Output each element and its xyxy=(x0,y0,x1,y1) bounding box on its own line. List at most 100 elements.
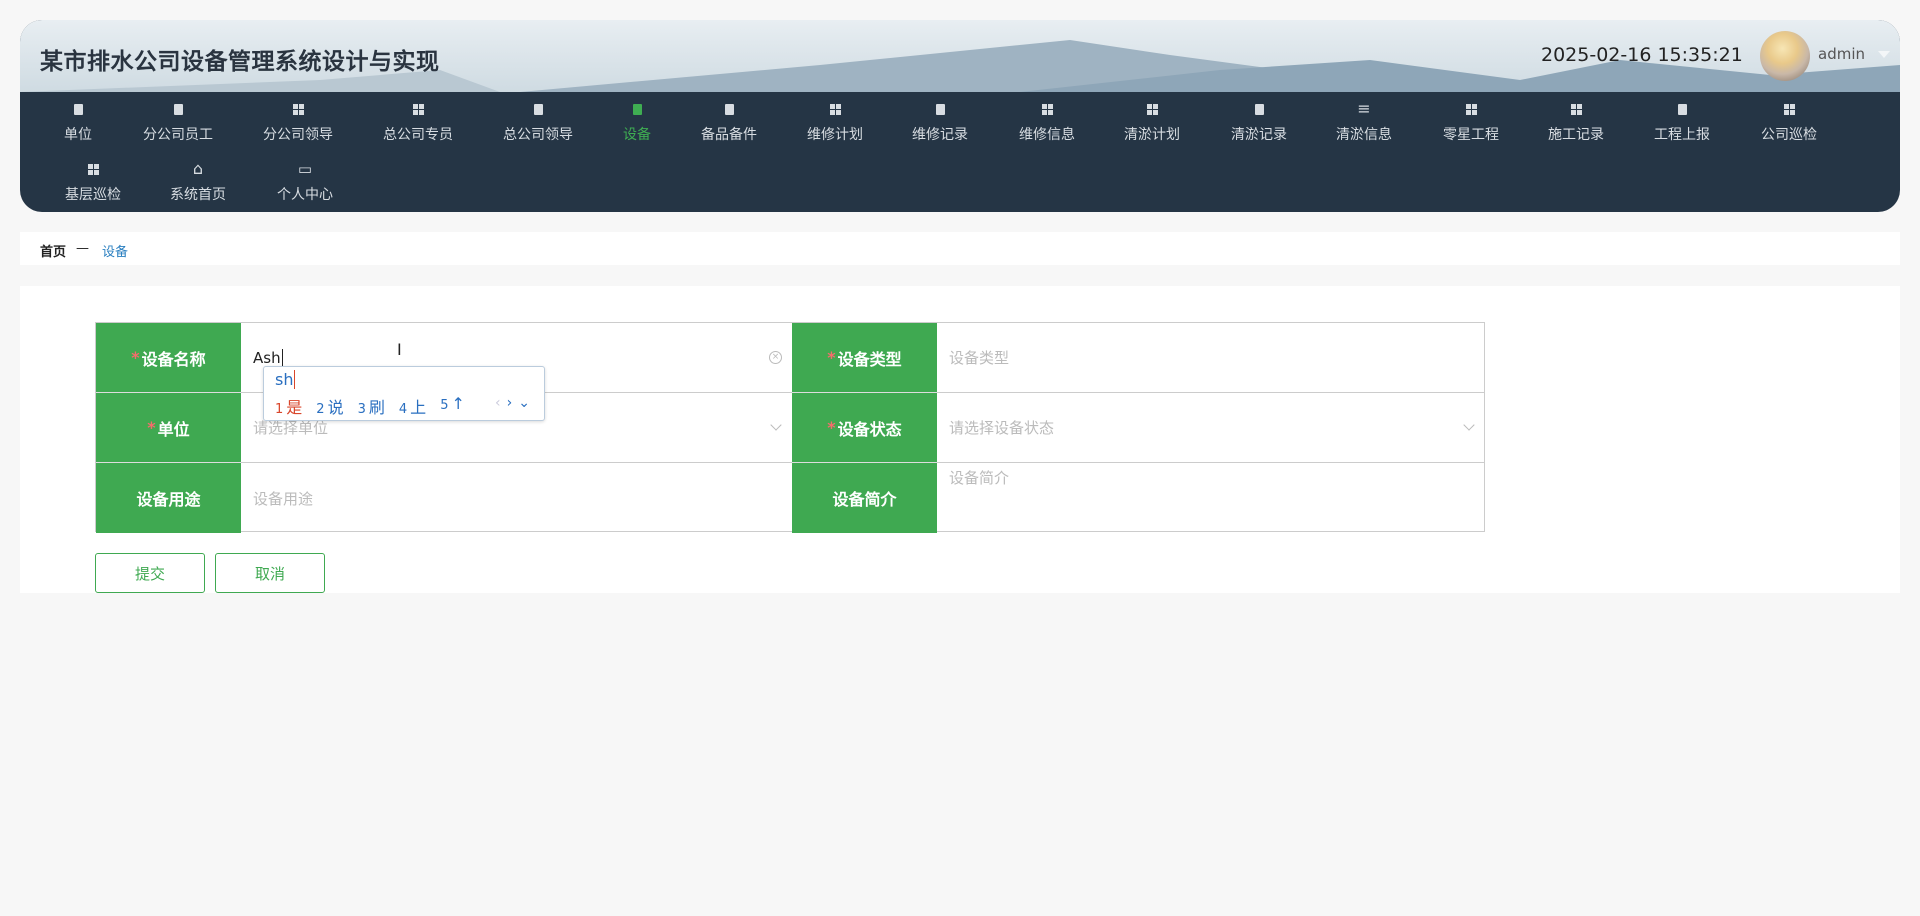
nav-label: 备品备件 xyxy=(701,127,757,143)
clipboard-check-icon xyxy=(28,100,128,118)
ime-candidate[interactable]: 4上 xyxy=(399,394,426,418)
nav-label: 工程上报 xyxy=(1654,127,1710,143)
nav-item-19[interactable]: ▭ 个人中心 xyxy=(255,160,355,204)
cup-icon xyxy=(890,100,990,118)
briefcase-icon xyxy=(1632,100,1732,118)
status-select[interactable]: 请选择设备状态 xyxy=(937,393,1485,463)
nav-label: 总公司专员 xyxy=(383,127,453,143)
username[interactable]: admin xyxy=(1818,45,1865,63)
required-mark: * xyxy=(827,418,836,437)
nav-item-6[interactable]: 备品备件 xyxy=(679,100,779,144)
grid-icon xyxy=(248,100,348,118)
label-text: 单位 xyxy=(157,419,190,439)
nav-item-17[interactable]: 基层巡检 xyxy=(43,160,143,204)
usage-placeholder: 设备用途 xyxy=(253,489,314,508)
ime-candidate-popup: sh 1 是 2 说 3 刷 4 上 5 ↑ ‹›⌄ xyxy=(263,366,545,421)
nav-item-12[interactable]: ≡ 清淤信息 xyxy=(1314,100,1414,144)
candidate-number: 2 xyxy=(316,402,325,417)
prev-page-icon[interactable]: ‹ xyxy=(495,395,507,411)
books-icon xyxy=(128,100,228,118)
candidate-number: 5 xyxy=(440,398,449,413)
grid-icon xyxy=(1102,100,1202,118)
label-name: * 设备名称 xyxy=(96,323,241,393)
clear-icon[interactable]: × xyxy=(769,351,782,364)
nav-item-18[interactable]: ⌂ 系统首页 xyxy=(148,160,248,204)
required-mark: * xyxy=(827,348,836,367)
top-nav: 单位 分公司员工 分公司领导 总公司专员 总公司领导 设备 备品备件 维修计划 维修记录 维修信息… xyxy=(20,92,1900,212)
nav-label: 维修信息 xyxy=(1019,127,1075,143)
candidate-text: 说 xyxy=(327,398,344,417)
nav-item-11[interactable]: 清淤记录 xyxy=(1209,100,1309,144)
grid-icon xyxy=(1526,100,1626,118)
chevron-down-icon xyxy=(770,419,782,431)
nav-item-8[interactable]: 维修记录 xyxy=(890,100,990,144)
nav-label: 施工记录 xyxy=(1548,127,1604,143)
candidate-text: 刷 xyxy=(368,398,385,417)
breadcrumb: 首页 — 设备 xyxy=(20,232,1900,265)
ime-candidate[interactable]: 5 ↑ xyxy=(440,394,465,418)
label-status: * 设备状态 xyxy=(792,393,937,463)
nav-item-4[interactable]: 总公司领导 xyxy=(488,100,588,144)
nav-label: 分公司员工 xyxy=(143,127,213,143)
breadcrumb-home[interactable]: 首页 xyxy=(40,241,66,260)
expand-icon[interactable]: ⌄ xyxy=(518,395,536,411)
label-text: 设备类型 xyxy=(837,349,902,369)
nav-item-16[interactable]: 公司巡检 xyxy=(1739,100,1839,144)
candidate-text: 上 xyxy=(410,398,427,417)
chevron-down-icon xyxy=(1463,419,1475,431)
nav-item-13[interactable]: 零星工程 xyxy=(1421,100,1521,144)
datetime: 2025-02-16 15:35:21 xyxy=(1541,44,1743,66)
avatar[interactable] xyxy=(1760,31,1810,81)
nav-label: 零星工程 xyxy=(1443,127,1499,143)
label-text: 设备名称 xyxy=(141,349,206,369)
nav-item-5[interactable]: 设备 xyxy=(587,100,687,144)
nav-item-10[interactable]: 清淤计划 xyxy=(1102,100,1202,144)
candidate-number: 1 xyxy=(275,402,284,417)
usage-input[interactable]: 设备用途 xyxy=(241,463,792,533)
nav-item-7[interactable]: 维修计划 xyxy=(785,100,885,144)
status-placeholder: 请选择设备状态 xyxy=(949,419,1055,437)
nav-item-0[interactable]: 单位 xyxy=(28,100,128,144)
nav-item-14[interactable]: 施工记录 xyxy=(1526,100,1626,144)
list-icon: ≡ xyxy=(1357,99,1371,118)
required-mark: * xyxy=(131,348,140,367)
candidate-text: 是 xyxy=(286,398,303,417)
ime-pager[interactable]: ‹›⌄ xyxy=(495,395,536,411)
nav-item-1[interactable]: 分公司员工 xyxy=(128,100,228,144)
nav-item-9[interactable]: 维修信息 xyxy=(997,100,1097,144)
nav-label: 清淤信息 xyxy=(1336,127,1392,143)
nav-label: 清淤计划 xyxy=(1124,127,1180,143)
grid-icon xyxy=(785,100,885,118)
grid-icon xyxy=(43,160,143,178)
app-title: 某市排水公司设备管理系统设计与实现 xyxy=(40,49,440,75)
breadcrumb-separator: — xyxy=(76,241,89,256)
candidate-number: 3 xyxy=(357,402,366,417)
clipboard-x-icon xyxy=(1209,100,1309,118)
nav-item-2[interactable]: 分公司领导 xyxy=(248,100,348,144)
grid-icon xyxy=(1739,100,1839,118)
caret-down-icon[interactable] xyxy=(1878,51,1890,58)
submit-button[interactable]: 提交 xyxy=(95,553,205,593)
label-type: * 设备类型 xyxy=(792,323,937,393)
ime-composition: sh xyxy=(275,370,296,389)
nav-item-3[interactable]: 总公司专员 xyxy=(368,100,468,144)
card-icon: ▭ xyxy=(297,160,313,178)
ime-candidate[interactable]: 2说 xyxy=(316,394,343,418)
equipment-form: * 设备名称 Ash × * 设备类型 设备类型 * 单位 请选择单位 * 设备状态 请选… xyxy=(95,322,1485,533)
required-mark: * xyxy=(147,418,156,437)
nav-item-15[interactable]: 工程上报 xyxy=(1632,100,1732,144)
label-text: 设备简介 xyxy=(832,490,897,509)
ime-candidate[interactable]: 3刷 xyxy=(358,394,385,418)
nav-label: 清淤记录 xyxy=(1231,127,1287,143)
nav-label: 单位 xyxy=(64,127,92,143)
intro-textarea[interactable]: 设备简介 xyxy=(937,463,1485,533)
ime-candidate[interactable]: 1是 xyxy=(275,394,302,418)
candidate-text: ↑ xyxy=(451,394,465,413)
type-input[interactable]: 设备类型 xyxy=(937,323,1485,393)
ime-candidates: 1 是 2 说 3 刷 4 上 5 ↑ xyxy=(275,394,465,418)
clipboard-icon xyxy=(587,100,687,118)
next-page-icon[interactable]: › xyxy=(507,395,519,411)
nav-label: 设备 xyxy=(623,127,651,143)
cancel-button[interactable]: 取消 xyxy=(215,553,325,593)
nav-label: 基层巡检 xyxy=(65,187,121,203)
